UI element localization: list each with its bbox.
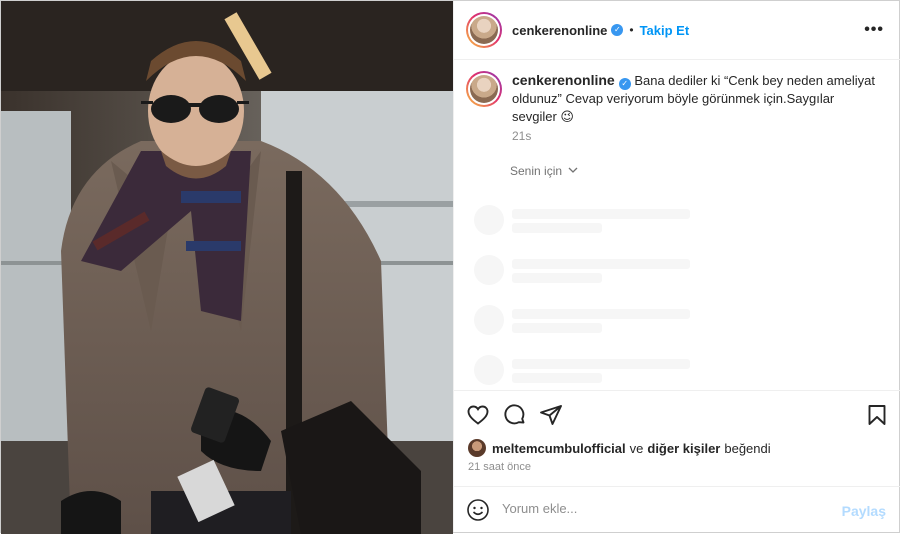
emoji-icon[interactable] [466,498,490,522]
post-modal: cenkerenonline ✓ • Takip Et ••• cenkeren… [0,0,900,534]
caption-avatar[interactable] [466,71,502,107]
comment-sort-dropdown[interactable]: Senin için [510,164,578,178]
likes-suffix: beğendi [724,440,771,456]
bookmark-icon[interactable] [865,403,889,427]
more-options-icon[interactable]: ••• [864,21,884,39]
post-side-panel: cenkerenonline ✓ • Takip Et ••• cenkeren… [453,1,900,532]
likes-connector: ve [629,440,644,456]
liker-username[interactable]: meltemcumbulofficial [492,441,626,456]
post-timestamp[interactable]: 21 saat önce [468,461,531,473]
comment-bar: Paylaş [454,486,900,532]
author-avatar[interactable] [466,12,502,48]
chevron-down-icon [568,167,578,173]
author-username[interactable]: cenkerenonline [512,23,607,38]
post-photo-illustration [1,1,453,534]
comment-input[interactable] [502,501,822,516]
follow-button[interactable]: Takip Et [640,23,690,38]
likes-line: meltemcumbulofficial ve diğer kişiler be… [468,439,771,457]
liker-avatar[interactable] [468,439,486,457]
likes-others-link[interactable]: diğer kişiler [647,441,720,456]
caption-text: cenkerenonline ✓ Bana dediler ki “Cenk be… [512,71,882,126]
separator-dot: • [629,23,634,37]
action-bar [454,390,900,438]
caption-time[interactable]: 21s [512,129,531,143]
heart-icon[interactable] [466,403,490,427]
verified-icon: ✓ [618,78,631,90]
verified-icon: ✓ [611,24,624,36]
post-header: cenkerenonline ✓ • Takip Et ••• [454,1,900,60]
post-image[interactable] [1,1,453,534]
share-icon[interactable] [539,403,563,427]
caption-username[interactable]: cenkerenonline [512,72,615,88]
comment-sort-label: Senin için [510,164,563,178]
post-comment-button[interactable]: Paylaş [842,503,886,519]
comment-icon[interactable] [503,403,527,427]
